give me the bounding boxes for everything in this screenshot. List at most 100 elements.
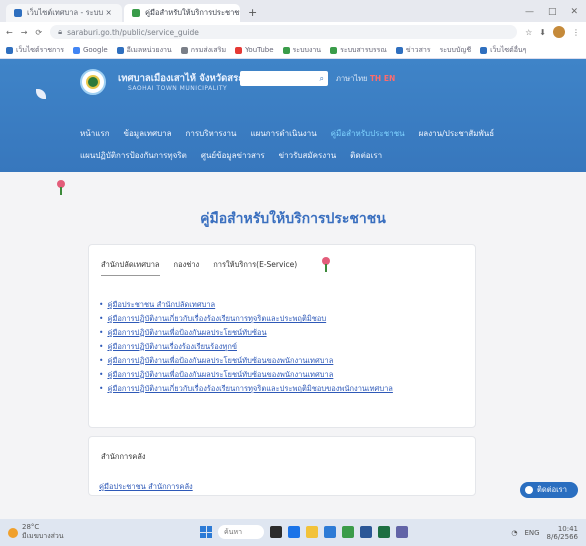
bookmark-item[interactable]: YouTube: [235, 46, 274, 54]
chat-icon: [525, 486, 533, 494]
wifi-icon[interactable]: ◔: [511, 529, 517, 537]
guide-link[interactable]: คู่มือการปฏิบัติงานเพื่อป้องกันผลประโยชน…: [99, 326, 475, 340]
browser-tab-2[interactable]: คู่มือสำหรับให้บริการประชาชน ×: [124, 4, 240, 22]
language-flags[interactable]: TH EN: [370, 74, 395, 83]
weather-sun-icon: [8, 527, 18, 538]
minimize-button[interactable]: —: [525, 7, 534, 17]
bookmark-icon: [6, 46, 13, 54]
word-icon[interactable]: [360, 526, 372, 538]
main-nav-row2: แผนปฏิบัติการป้องกันการทุจริต ศูนย์ข้อมู…: [80, 149, 382, 162]
clock[interactable]: 10:41 8/6/2566: [547, 525, 578, 541]
chrome-icon[interactable]: [342, 526, 354, 538]
nav-item-jobs[interactable]: ข่าวรับสมัครงาน: [279, 149, 337, 162]
browser-tab-1[interactable]: เว็บไซต์เทศบาล - ระบบ ×: [6, 4, 122, 22]
google-icon: [72, 46, 80, 54]
section-title: สำนักการคลัง: [101, 452, 146, 461]
new-tab-button[interactable]: +: [242, 6, 263, 22]
edge-icon[interactable]: [288, 526, 300, 538]
tab-office-clerk[interactable]: สำนักปลัดเทศบาล: [101, 259, 160, 276]
nav-item-contact[interactable]: ติดต่อเรา: [350, 149, 382, 162]
task-view-icon[interactable]: [270, 526, 282, 538]
guide-link[interactable]: คู่มือการปฏิบัติงานเกี่ยวกับเรื่องร้องเร…: [99, 312, 475, 326]
bookmark-item[interactable]: ข่าวสาร: [395, 45, 431, 56]
contact-chat-button[interactable]: ติดต่อเรา: [520, 482, 578, 498]
site-subtitle: SAOHAI TOWN MUNICIPALITY: [128, 85, 228, 92]
system-tray: ◔ ENG 10:41 8/6/2566: [511, 525, 578, 541]
taskbar-apps: ค้นหา: [200, 525, 408, 539]
bookmark-icon: [480, 46, 488, 54]
guide-link[interactable]: คู่มือการปฏิบัติงานเรื่องร้องเรียนร้องทุ…: [99, 340, 475, 354]
back-button[interactable]: ←: [6, 28, 13, 37]
guide-link[interactable]: คู่มือประชาชน สำนักปลัดเทศบาล: [99, 298, 475, 312]
bookmark-item[interactable]: กรมส่งเสริม: [180, 45, 226, 56]
language-switcher[interactable]: ภาษาไทย TH EN: [336, 73, 395, 85]
weather-temp: 28°C: [22, 523, 40, 531]
bookmark-item[interactable]: เว็บไซต์ราชการ: [6, 45, 64, 56]
nav-item-news[interactable]: ผลงาน/ประชาสัมพันธ์: [419, 127, 495, 140]
excel-icon[interactable]: [378, 526, 390, 538]
favicon-icon: [14, 9, 22, 17]
url-input[interactable]: 🔒︎ saraburi.go.th/public/service_guide: [50, 25, 518, 39]
tab-label: คู่มือสำหรับให้บริการประชาชน ×: [145, 8, 240, 17]
service-guide-card: สำนักปลัดเทศบาล กองช่าง การให้บริการ(E-S…: [88, 244, 476, 428]
bookmarks-bar: เว็บไซต์ราชการ Google อีเมลหน่วยงาน กรมส…: [0, 42, 586, 59]
maximize-button[interactable]: □: [548, 7, 557, 17]
nav-item-about[interactable]: ข้อมูลเทศบาล: [124, 127, 172, 140]
youtube-icon: [235, 46, 243, 54]
nav-item-home[interactable]: หน้าแรก: [80, 127, 110, 140]
nav-item-info-center[interactable]: ศูนย์ข้อมูลข่าวสาร: [201, 149, 265, 162]
windows-taskbar: 28°C มีเมฆบางส่วน ค้นหา ◔ ENG 10:41 8/6/…: [0, 519, 586, 546]
download-icon[interactable]: ⬇: [539, 28, 546, 37]
guide-link[interactable]: คู่มือการปฏิบัติงานเกี่ยวกับเรื่องร้องเร…: [99, 382, 475, 396]
close-window-button[interactable]: ✕: [570, 7, 578, 17]
municipality-logo[interactable]: [80, 69, 106, 95]
bookmark-item[interactable]: Google: [72, 46, 108, 54]
bookmark-item[interactable]: อีเมลหน่วยงาน: [116, 45, 172, 56]
browser-tabbar: เว็บไซต์เทศบาล - ระบบ × คู่มือสำหรับให้บ…: [0, 0, 586, 22]
url-text: saraburi.go.th/public/service_guide: [67, 27, 199, 37]
reload-button[interactable]: ⟳: [35, 28, 42, 37]
address-actions: ☆ ⬇ ⋮: [525, 26, 580, 38]
window-controls: — □ ✕: [517, 7, 586, 22]
bookmark-icon: [395, 46, 403, 54]
bookmark-item[interactable]: เว็บไซต์อื่นๆ: [480, 45, 526, 56]
site-name: เทศบาลเมืองเสาไห้ จังหวัดสระบุรี: [118, 73, 255, 84]
teams-icon[interactable]: [396, 526, 408, 538]
nav-item-service-guide[interactable]: คู่มือสำหรับประชาชน: [331, 127, 405, 140]
tab-engineering[interactable]: กองช่าง: [174, 259, 200, 276]
guide-link[interactable]: คู่มือการปฏิบัติงานเพื่อป้องกันผลประโยชน…: [99, 354, 475, 368]
weather-widget[interactable]: 28°C มีเมฆบางส่วน: [8, 523, 64, 542]
tab-e-service[interactable]: การให้บริการ(E-Service): [213, 259, 297, 276]
bookmark-item[interactable]: ระบบสารบรรณ: [330, 45, 387, 56]
site-search-input[interactable]: ⌕: [240, 71, 328, 86]
bookmark-item[interactable]: ระบบบัญชี: [440, 45, 472, 56]
rose-decoration-icon: [321, 257, 331, 272]
address-bar: ← → ⟳ 🔒︎ saraburi.go.th/public/service_g…: [0, 22, 586, 42]
nav-item-plans[interactable]: แผนการดำเนินงาน: [250, 127, 316, 140]
forward-button[interactable]: →: [21, 28, 28, 37]
profile-avatar[interactable]: [553, 26, 565, 38]
taskbar-search[interactable]: ค้นหา: [218, 525, 264, 539]
nav-item-anticorruption[interactable]: แผนปฏิบัติการป้องกันการทุจริต: [80, 149, 187, 162]
keyboard-language[interactable]: ENG: [524, 529, 539, 537]
store-icon[interactable]: [324, 526, 336, 538]
bookmark-icon: [180, 46, 188, 54]
bookmark-item[interactable]: ระบบงาน: [282, 45, 321, 56]
page-title: คู่มือสำหรับให้บริการประชาชน: [200, 211, 386, 227]
guide-link-list: คู่มือประชาชน สำนักปลัดเทศบาล คู่มือการป…: [89, 276, 475, 396]
leaf-decoration-icon: [36, 89, 46, 99]
folder-icon[interactable]: [306, 526, 318, 538]
bookmark-icon: [330, 46, 338, 54]
search-icon[interactable]: ⌕: [320, 74, 324, 84]
guide-link[interactable]: คู่มือการปฏิบัติงานเพื่อป้องกันผลประโยชน…: [99, 368, 475, 382]
nav-item-administration[interactable]: การบริหารงาน: [186, 127, 237, 140]
menu-icon[interactable]: ⋮: [572, 28, 580, 37]
bookmark-star-icon[interactable]: ☆: [525, 28, 532, 37]
favicon-icon: [132, 9, 140, 17]
guide-link[interactable]: คู่มือประชาชน สำนักการคลัง: [89, 463, 475, 493]
windows-start-icon[interactable]: [200, 526, 212, 538]
finance-section-card: สำนักการคลัง คู่มือประชาชน สำนักการคลัง: [88, 436, 476, 496]
lock-icon: 🔒︎: [58, 27, 63, 36]
chat-label: ติดต่อเรา: [537, 485, 567, 494]
language-label: ภาษาไทย: [336, 74, 368, 83]
